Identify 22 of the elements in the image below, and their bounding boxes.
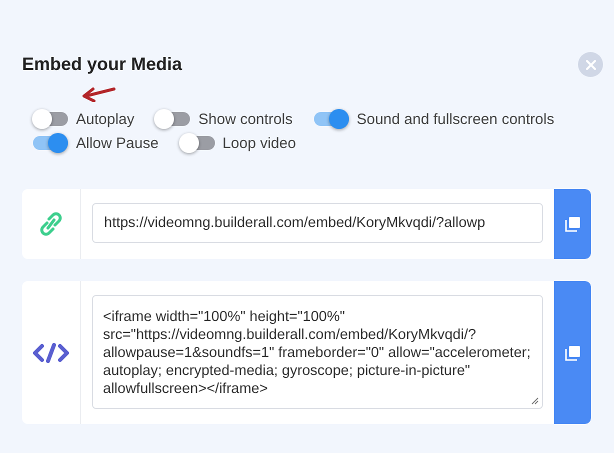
copy-button[interactable] — [554, 281, 591, 424]
toggle-switch[interactable] — [312, 109, 349, 129]
toggle-label: Autoplay — [76, 110, 134, 128]
link-icon — [40, 211, 62, 237]
copy-button[interactable] — [554, 189, 591, 259]
copy-icon — [564, 344, 580, 360]
toggle-switch[interactable] — [32, 133, 68, 153]
toggle-switch[interactable] — [154, 109, 190, 129]
url-field[interactable]: https://videomng.builderall.com/embed/KoryMkvqdi/?allowp — [92, 203, 543, 243]
close-icon — [586, 60, 596, 70]
code-icon — [33, 342, 69, 362]
toggle-label: Allow Pause — [76, 134, 159, 152]
toggle-label: Sound and fullscreen controls — [356, 110, 554, 128]
annotation-arrow — [82, 86, 116, 102]
dialog-title: Embed your Media — [22, 54, 182, 75]
copy-icon — [564, 216, 580, 232]
toggle-label: Show controls — [198, 110, 293, 128]
toggle-switch[interactable] — [32, 109, 68, 129]
embed-code-field[interactable]: <iframe width="100%" height="100%" src="https://videomng.builderall.com/embed/KoryMkvqdi/?allowpause=1&soundfs=1" frameborder="0" allow="accelerometer; autoplay; encrypted-media; gyroscope; picture-in-picture" allowfullscreen></iframe> — [92, 295, 543, 409]
toggle-label: Loop video — [222, 134, 296, 152]
resize-grip-icon[interactable] — [530, 396, 539, 405]
toggle-switch[interactable] — [178, 133, 215, 153]
